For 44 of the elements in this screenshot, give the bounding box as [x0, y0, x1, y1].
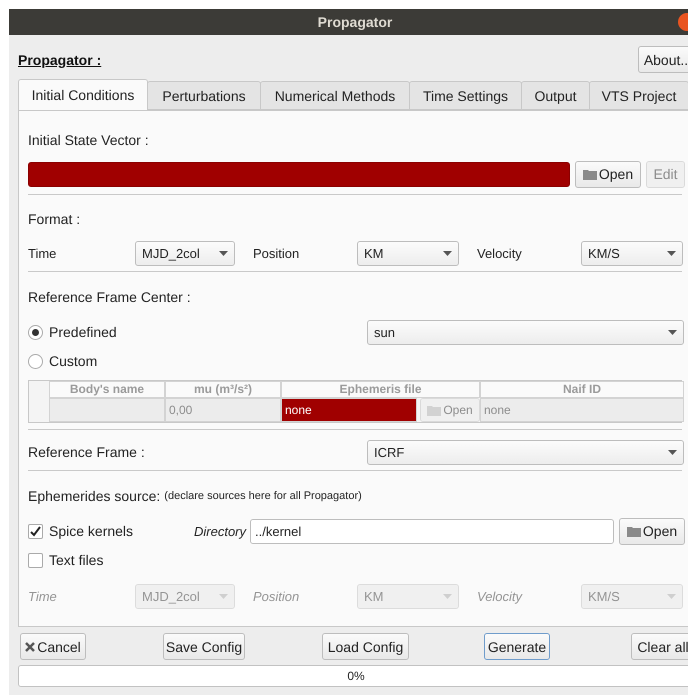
tab[interactable]: VTS Project — [589, 81, 688, 110]
tab[interactable]: Output — [521, 81, 590, 110]
format-label: Position — [253, 588, 300, 604]
checkbox-label: Spice kernels — [49, 523, 134, 539]
section-label: Ephemerides source: — [28, 488, 160, 504]
format-label: Position — [253, 246, 300, 260]
format-label: Velocity — [477, 588, 524, 604]
action-button[interactable]: Clear all — [631, 633, 688, 660]
action-button[interactable]: Load Config — [322, 633, 409, 660]
column-header: Body's name — [49, 381, 165, 398]
tab[interactable]: Numerical Methods — [260, 81, 410, 110]
column-header: Naif ID — [480, 381, 684, 398]
format-label: Time — [28, 588, 58, 604]
open-button[interactable]: Open — [619, 518, 686, 544]
format-dropdown[interactable]: KM/S — [581, 240, 683, 266]
field-label: Reference Frame : — [28, 444, 146, 460]
section-label: Reference Frame Center : — [28, 288, 192, 307]
reference-frame-dropdown[interactable]: ICRF — [367, 440, 684, 464]
about-button[interactable]: About.. — [638, 46, 688, 73]
open-button[interactable]: Open — [575, 160, 641, 188]
frame-center-dropdown[interactable]: sun — [367, 320, 684, 344]
radio-label: Custom — [49, 353, 98, 369]
progress-reading: 0% — [347, 669, 365, 683]
hint-text: (declare sources here for all Propagator) — [164, 490, 362, 502]
column-header: mu (m³/s²) — [165, 381, 281, 398]
section-label: Initial State Vector : — [28, 131, 150, 150]
action-button[interactable]: Generate — [484, 633, 550, 660]
radio-label: Predefined — [49, 324, 118, 340]
format-label: Velocity — [477, 246, 523, 260]
column-header: Ephemeris file — [281, 381, 480, 398]
cancel-button[interactable]: Cancel — [20, 633, 86, 660]
tab[interactable]: Perturbations — [147, 81, 261, 110]
section-title: Propagator : — [18, 52, 102, 68]
field-label: Directory — [194, 524, 246, 538]
format-dropdown[interactable]: MJD_2col — [135, 240, 235, 266]
checkbox-label: Text files — [49, 552, 104, 568]
tab[interactable]: Initial Conditions — [18, 79, 148, 110]
directory-field[interactable]: ../kernel — [250, 518, 614, 544]
tab[interactable]: Time Settings — [409, 81, 522, 110]
section-label: Format : — [28, 210, 82, 229]
format-dropdown[interactable]: KM — [357, 240, 459, 266]
window-title: Propagator — [318, 14, 392, 30]
action-button[interactable]: Save Config — [163, 633, 245, 660]
format-label: Time — [28, 246, 58, 260]
